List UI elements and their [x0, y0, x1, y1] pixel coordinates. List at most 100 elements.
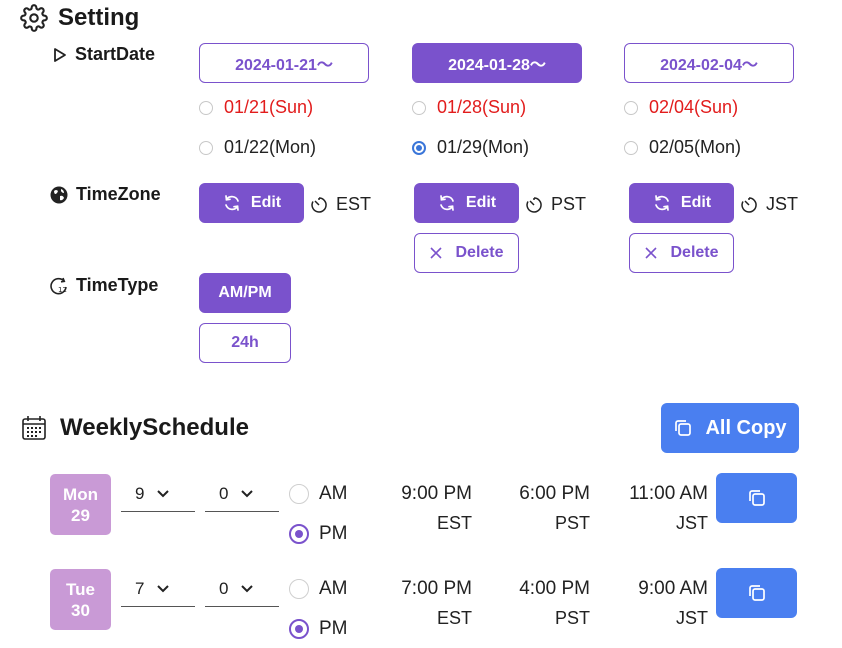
converted-zone: JST [675, 513, 708, 533]
week-button-2[interactable]: 2024-01-28～ [412, 43, 582, 83]
edit-button[interactable]: Edit [199, 183, 304, 223]
chevron-down-icon [241, 490, 254, 498]
copy-icon [748, 585, 765, 601]
timezone-display: PST [525, 194, 586, 215]
minute-select[interactable]: 0 [205, 572, 279, 607]
delete-button[interactable]: Delete [629, 233, 734, 273]
edit-button[interactable]: Edit [414, 183, 519, 223]
day-date: 30 [71, 600, 90, 620]
all-copy-label: All Copy [705, 416, 787, 439]
timetype-label: TimeType [76, 275, 159, 295]
day-option-label: 01/28(Sun) [437, 97, 527, 117]
weekly-title: WeeklySchedule [60, 414, 249, 441]
timer-icon [526, 196, 542, 213]
radio-button[interactable] [289, 579, 309, 599]
gear-icon [20, 4, 48, 32]
copy-icon [675, 420, 692, 436]
day-badge: Mon 29 [50, 474, 111, 535]
converted-time: 9:00 PM [401, 483, 472, 504]
minute-value: 0 [219, 484, 229, 503]
day-option[interactable]: 02/05(Mon) [624, 137, 741, 158]
pm-label: PM [319, 523, 348, 544]
day-option[interactable]: 01/28(Sun) [412, 97, 526, 118]
day-option[interactable]: 01/29(Mon) [412, 137, 529, 158]
day-option[interactable]: 01/22(Mon) [199, 137, 316, 158]
day-option[interactable]: 01/21(Sun) [199, 97, 313, 118]
ampm-option-button[interactable]: AM/PM [199, 273, 291, 313]
setting-header: Setting [20, 4, 139, 32]
close-icon [645, 247, 658, 259]
refresh-icon [225, 195, 239, 211]
converted-zone: PST [554, 608, 590, 628]
chevron-down-icon [241, 585, 254, 593]
day-option-label: 02/04(Sun) [649, 97, 739, 117]
edit-button[interactable]: Edit [629, 183, 734, 223]
delete-button-label: Delete [455, 244, 504, 261]
timezone-name: JST [766, 194, 799, 214]
pm-option[interactable]: PM [289, 523, 348, 545]
converted-zone: EST [436, 608, 472, 628]
timezone-name: PST [551, 194, 587, 214]
radio-button[interactable] [412, 100, 426, 115]
day-date: 29 [71, 505, 90, 525]
week-button-1[interactable]: 2024-01-21～ [199, 43, 369, 83]
hour-value: 9 [135, 484, 145, 503]
delete-button-label: Delete [670, 244, 719, 261]
delete-button[interactable]: Delete [414, 233, 519, 273]
radio-button-checked[interactable] [412, 140, 426, 155]
week-button-3[interactable]: 2024-02-04～ [624, 43, 794, 83]
timezone-display: EST [310, 194, 371, 215]
radio-button[interactable] [624, 100, 638, 115]
calendar-icon [22, 416, 46, 440]
day-option-label: 02/05(Mon) [649, 137, 742, 157]
refresh-icon [655, 195, 669, 211]
day-option-label: 01/21(Sun) [224, 97, 314, 117]
day-option-label: 01/29(Mon) [437, 137, 530, 157]
converted-time: 9:00 AM [638, 578, 708, 599]
hour-select[interactable]: 9 [121, 477, 195, 512]
chevron-down-icon [157, 490, 170, 498]
converted-time: 4:00 PM [519, 578, 590, 599]
svg-text:12: 12 [58, 286, 67, 294]
refresh-icon [440, 195, 454, 211]
radio-button[interactable] [199, 100, 213, 115]
all-copy-button[interactable]: All Copy [661, 403, 799, 453]
play-icon [54, 47, 66, 62]
edit-button-label: Edit [250, 194, 282, 211]
startdate-label-group: StartDate [52, 44, 155, 65]
24h-option-button[interactable]: 24h [199, 323, 291, 363]
edit-button-label: Edit [465, 194, 497, 211]
clock-12-icon: 12 [50, 277, 67, 294]
hour-select[interactable]: 7 [121, 572, 195, 607]
day-option[interactable]: 02/04(Sun) [624, 97, 738, 118]
timetype-label-group: 12 TimeType [49, 275, 158, 296]
radio-button[interactable] [289, 484, 309, 504]
radio-button[interactable] [199, 140, 213, 155]
radio-button-checked[interactable] [289, 524, 309, 544]
hour-value: 7 [135, 579, 145, 598]
am-option[interactable]: AM [289, 578, 348, 600]
converted-time: 11:00 AM [629, 483, 708, 504]
chevron-down-icon [157, 585, 170, 593]
weekly-header: WeeklySchedule [20, 414, 249, 442]
setting-title: Setting [58, 4, 140, 31]
am-option[interactable]: AM [289, 483, 348, 505]
copy-row-button[interactable] [716, 568, 797, 618]
minute-select[interactable]: 0 [205, 477, 279, 512]
radio-button-checked[interactable] [289, 619, 309, 639]
timer-icon [311, 196, 327, 213]
am-label: AM [319, 578, 348, 599]
copy-icon [748, 490, 765, 506]
day-name: Mon [63, 484, 98, 504]
globe-icon [50, 186, 68, 203]
radio-button[interactable] [624, 140, 638, 155]
copy-row-button[interactable] [716, 473, 797, 523]
pm-option[interactable]: PM [289, 618, 348, 640]
day-badge: Tue 30 [50, 569, 111, 630]
minute-value: 0 [219, 579, 229, 598]
day-name: Tue [66, 579, 95, 599]
converted-time: 7:00 PM [401, 578, 472, 599]
close-icon [430, 247, 443, 259]
startdate-label: StartDate [75, 44, 156, 64]
timezone-label: TimeZone [76, 184, 161, 204]
